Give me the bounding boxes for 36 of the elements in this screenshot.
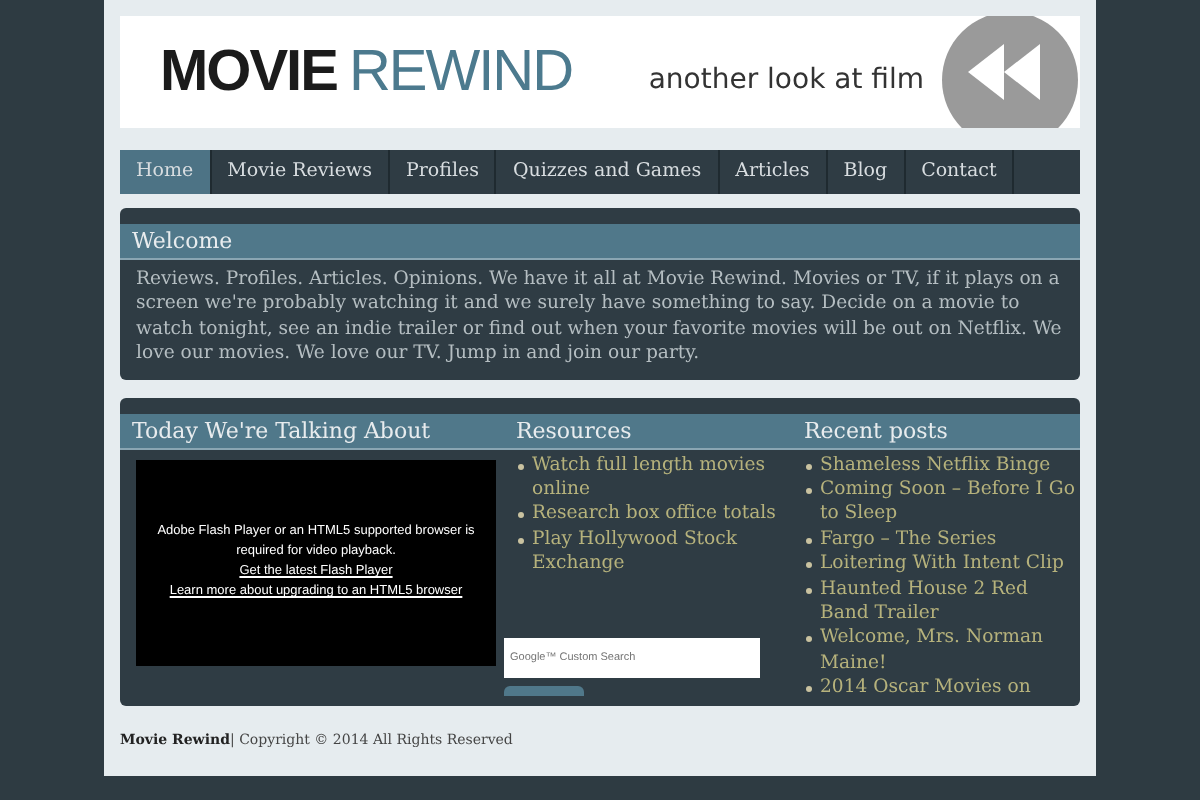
bullet-icon	[806, 636, 812, 643]
panel-title: Resources	[504, 413, 792, 450]
bullet-icon	[806, 562, 812, 569]
panel-title: Today We're Talking About	[120, 413, 504, 450]
nav-tab[interactable]: Movie Reviews	[211, 150, 390, 194]
bullet-icon	[518, 463, 524, 470]
bullet-icon	[806, 587, 812, 594]
post-link[interactable]: Welcome, Mrs. Norman Maine!	[820, 626, 1080, 677]
bullet-icon	[518, 537, 524, 544]
panel-title: Welcome	[120, 224, 1080, 260]
post-link[interactable]: Haunted House 2 Red Band Trailer	[820, 577, 1080, 627]
tagline: another look at film	[648, 64, 924, 96]
post-link[interactable]: Coming Soon – Before I Go to Sleep	[820, 478, 1080, 528]
post-link[interactable]: Loitering With Intent Clip	[820, 552, 1064, 578]
nav-tab[interactable]: Profiles	[389, 150, 497, 194]
search-button[interactable]	[504, 685, 584, 696]
post-link[interactable]: Fargo – The Series	[820, 527, 997, 553]
nav-tab[interactable]: Blog	[827, 150, 906, 194]
bullet-icon	[806, 488, 812, 495]
bullet-icon	[806, 537, 812, 544]
nav-tab[interactable]: Articles	[719, 150, 828, 194]
bullet-icon	[806, 463, 812, 470]
resource-link[interactable]: Play Hollywood Stock Exchange	[532, 527, 792, 578]
post-link[interactable]: 2014 Oscar Movies on	[820, 676, 1031, 702]
logo-text[interactable]: REWIND	[348, 39, 573, 105]
welcome-text: Reviews. Profiles. Articles. Opinions. We have it all at Movie Rewind. Movies or TV, if it plays on a screen we're probably watching it and we surely have something to say. Decide on a movie to watch tonight, see an indie trailer or find out when your favorite movies will be out on Netflix. We love our movies. We love our TV. Jump in and join our party.	[136, 268, 1064, 368]
post-link[interactable]: Shameless Netflix Binge	[820, 453, 1051, 479]
resource-link[interactable]: Research box office totals	[532, 502, 776, 528]
panel-title: Recent posts	[792, 413, 1080, 450]
nav-tab[interactable]: Home	[120, 150, 212, 194]
bullet-icon	[518, 512, 524, 519]
logo-text[interactable]: MOVIE	[160, 39, 337, 105]
bullet-icon	[806, 686, 812, 693]
nav-tab[interactable]: Contact	[905, 150, 1015, 194]
nav-tab[interactable]: Quizzes and Games	[496, 150, 720, 194]
resource-link[interactable]: Watch full length movies online	[532, 453, 792, 503]
